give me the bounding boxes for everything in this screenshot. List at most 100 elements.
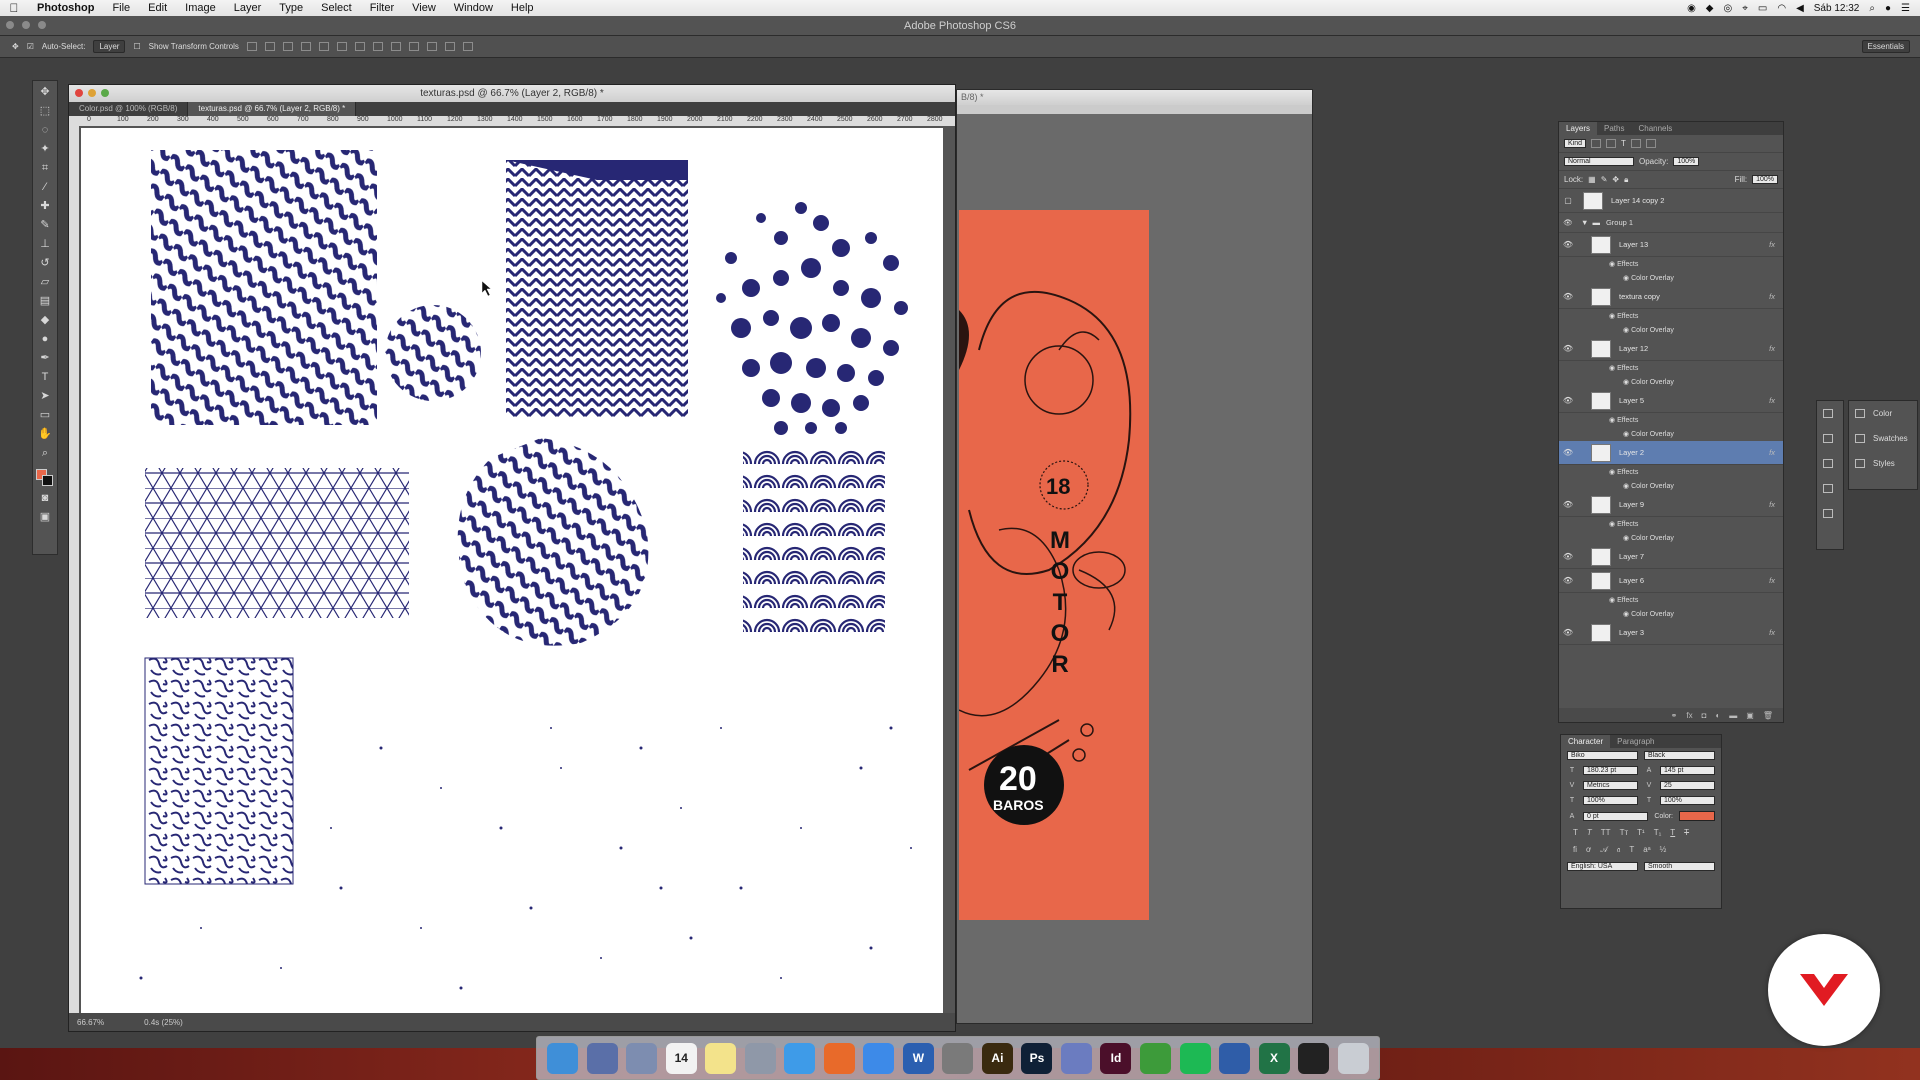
kerning-input[interactable]: Metrics (1583, 781, 1638, 790)
stylistic-alt-icon[interactable]: 𝔞 (1617, 845, 1620, 855)
effects-eye-icon[interactable]: ◉ (1609, 416, 1617, 424)
eye-icon[interactable]: 👁︎ (1559, 552, 1577, 561)
effects-eye-icon[interactable]: ◉ (1609, 364, 1617, 372)
distribute-bottom-icon[interactable] (390, 42, 401, 51)
wifi-icon[interactable]: ◠ (1777, 3, 1786, 14)
effects-eye-icon[interactable]: ◉ (1609, 520, 1617, 528)
eye-icon[interactable]: 👁︎ (1559, 628, 1577, 637)
dock-trash-icon[interactable] (1337, 1042, 1369, 1074)
color-overlay-row[interactable]: ◉ Color Overlay (1559, 607, 1783, 621)
panel-swatches[interactable]: Swatches (1849, 426, 1917, 451)
dock-firefox-icon[interactable] (823, 1042, 855, 1074)
fraction-icon[interactable]: ½ (1660, 845, 1667, 855)
airplay-icon[interactable]: ▭ (1758, 3, 1767, 14)
adjustment-layer-icon[interactable]: ◐ (1715, 711, 1720, 720)
history-brush-icon[interactable]: ↺ (38, 256, 52, 271)
delete-layer-icon[interactable]: 🗑︎ (1763, 711, 1773, 720)
eye-icon[interactable]: 👁︎ (1559, 240, 1577, 249)
font-style-dropdown[interactable]: Black (1644, 751, 1715, 760)
stamp-tool-icon[interactable]: ⊥ (38, 237, 52, 252)
language-dropdown[interactable]: English: USA (1567, 862, 1638, 871)
eye-icon[interactable]: 👁︎ (1559, 218, 1577, 227)
brush-preset-icon[interactable] (1817, 476, 1843, 501)
effects-row[interactable]: ◉ Effects (1559, 465, 1783, 479)
dodge-tool-icon[interactable]: ● (38, 332, 52, 347)
dock-illustrator-icon[interactable]: Ai (981, 1042, 1013, 1074)
swash-icon[interactable]: 𝒜 (1600, 845, 1608, 855)
document-title-bar[interactable]: texturas.psd @ 66.7% (Layer 2, RGB/8) * (69, 85, 955, 102)
minimize-dot[interactable] (22, 21, 30, 29)
layer-row-selected[interactable]: 👁︎ Layer 2 fx (1559, 441, 1783, 465)
layer-row[interactable]: 👁︎ Layer 9 fx (1559, 493, 1783, 517)
auto-select-checkbox[interactable]: ☑ (27, 42, 34, 51)
ordinal-icon[interactable]: aᵃ (1643, 845, 1650, 855)
dock-excel-icon[interactable]: X (1258, 1042, 1290, 1074)
menu-view[interactable]: View (403, 2, 445, 14)
zoom-level[interactable]: 66.67% (77, 1018, 104, 1027)
tracking-input[interactable]: 25 (1660, 781, 1715, 790)
overlay-eye-icon[interactable]: ◉ (1623, 430, 1631, 438)
strikethrough-icon[interactable]: T (1684, 828, 1689, 837)
tab-color-psd[interactable]: Color.psd @ 100% (RGB/8) (69, 102, 189, 116)
dock-system-preferences-icon[interactable] (942, 1042, 974, 1074)
new-layer-icon[interactable]: ▣ (1746, 711, 1754, 720)
filter-shape-icon[interactable] (1630, 139, 1641, 148)
fx-icon[interactable]: fx (1769, 448, 1775, 457)
effects-row[interactable]: ◉ Effects (1559, 361, 1783, 375)
dock-indesign-icon[interactable]: Id (1100, 1042, 1132, 1074)
auto-align-icon[interactable] (462, 42, 473, 51)
volume-icon[interactable]: ◀ (1796, 3, 1804, 14)
color-overlay-row[interactable]: ◉ Color Overlay (1559, 427, 1783, 441)
sync-icon[interactable]: ◎ (1724, 3, 1733, 14)
layer-row[interactable]: 👁︎ Layer 6 fx (1559, 569, 1783, 593)
menu-select[interactable]: Select (312, 2, 361, 14)
overlay-eye-icon[interactable]: ◉ (1623, 534, 1631, 542)
auto-select-dropdown[interactable]: Layer (93, 40, 126, 53)
opacity-input[interactable]: 100% (1673, 157, 1700, 166)
dock-terminal-icon[interactable] (1298, 1042, 1330, 1074)
layer-row[interactable]: 👁︎ Layer 3 fx (1559, 621, 1783, 645)
shape-tool-icon[interactable]: ▭ (38, 408, 52, 423)
tab-character[interactable]: Character (1561, 735, 1611, 748)
dock-quicktime-icon[interactable] (1219, 1042, 1251, 1074)
gradient-tool-icon[interactable]: ▤ (38, 294, 52, 309)
adjustments-icon[interactable] (1817, 426, 1843, 451)
lock-pixels-icon[interactable]: ✎ (1601, 175, 1608, 184)
underline-icon[interactable]: T (1670, 828, 1675, 837)
eraser-tool-icon[interactable]: ▱ (38, 275, 52, 290)
leading-input[interactable]: 145 pt (1660, 766, 1715, 775)
overlay-eye-icon[interactable]: ◉ (1623, 326, 1631, 334)
lock-transparent-icon[interactable]: ▦ (1588, 175, 1596, 184)
crop-tool-icon[interactable]: ⌗ (38, 161, 52, 176)
tab-layers[interactable]: Layers (1559, 122, 1598, 135)
eye-icon[interactable]: 👁︎ (1559, 500, 1577, 509)
font-size-input[interactable]: 180.23 pt (1583, 766, 1638, 775)
effects-eye-icon[interactable]: ◉ (1609, 260, 1617, 268)
fx-icon[interactable]: fx (1769, 292, 1775, 301)
eye-icon[interactable]: 👁︎ (1559, 576, 1577, 585)
brush-tool-icon[interactable]: ✎ (38, 218, 52, 233)
doc-minimize-icon[interactable] (88, 89, 96, 97)
distribute-left-icon[interactable] (408, 42, 419, 51)
doc-window-controls[interactable] (75, 89, 109, 97)
distribute-right-icon[interactable] (444, 42, 455, 51)
superscript-icon[interactable]: T¹ (1637, 828, 1645, 837)
menu-type[interactable]: Type (270, 2, 312, 14)
menu-layer[interactable]: Layer (225, 2, 271, 14)
lock-position-icon[interactable]: ✥ (1612, 175, 1619, 184)
type-tool-icon[interactable]: T (38, 370, 52, 385)
close-dot[interactable] (6, 21, 14, 29)
titling-icon[interactable]: T (1629, 845, 1634, 855)
add-mask-icon[interactable]: ◘ (1702, 711, 1707, 720)
color-overlay-row[interactable]: ◉ Color Overlay (1559, 323, 1783, 337)
dock-evernote-icon[interactable] (1139, 1042, 1171, 1074)
align-left-icon[interactable] (300, 42, 311, 51)
effects-eye-icon[interactable]: ◉ (1609, 468, 1617, 476)
background-document-title[interactable]: B/8) * (957, 90, 1312, 105)
dock-keynote-icon[interactable] (1060, 1042, 1092, 1074)
background-color[interactable] (42, 475, 53, 486)
doc-zoom-icon[interactable] (101, 89, 109, 97)
faux-italic-icon[interactable]: T (1587, 828, 1592, 837)
menu-file[interactable]: File (103, 2, 139, 14)
align-center-icon[interactable] (318, 42, 329, 51)
